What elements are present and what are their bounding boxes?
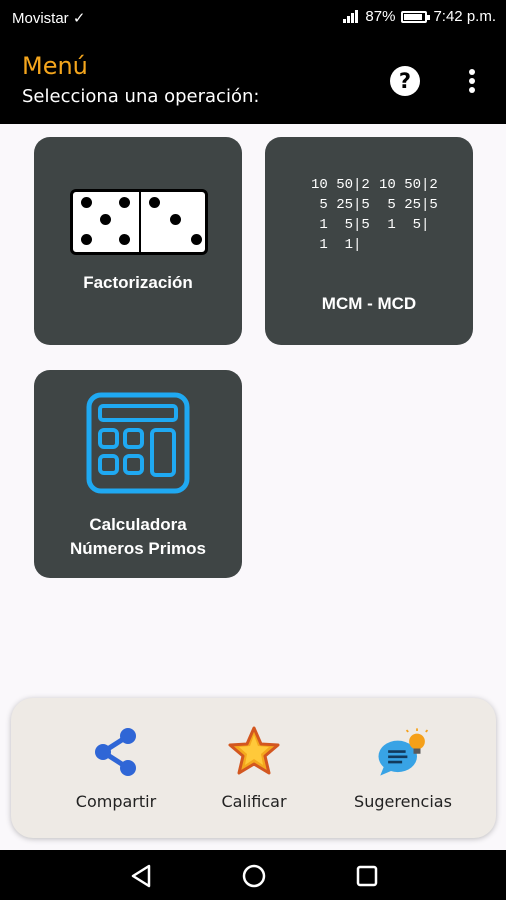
tile-factorizacion[interactable]: Factorización <box>34 137 242 345</box>
battery-percent: 87% <box>365 8 396 25</box>
status-bar: Movistar ✓ 87% 7:42 p.m. <box>0 0 506 36</box>
recents-square-icon <box>356 865 378 887</box>
tile-calculadora-primos[interactable]: Calculadora Números Primos <box>34 370 242 578</box>
home-button[interactable] <box>240 862 268 890</box>
rate-button[interactable]: Calificar <box>189 698 319 838</box>
clock: 7:42 p.m. <box>433 8 496 25</box>
carrier-label: Movistar ✓ <box>12 10 86 27</box>
back-triangle-icon <box>131 864 151 888</box>
suggestions-button[interactable]: Sugerencias <box>333 698 473 838</box>
recents-button[interactable] <box>353 862 381 890</box>
tile-label: Calculadora Números Primos <box>69 515 207 558</box>
help-button[interactable]: ? <box>390 66 420 96</box>
tile-label: Factorización <box>83 273 193 292</box>
system-nav-bar <box>0 850 506 900</box>
domino-icon <box>70 189 208 255</box>
bottom-actions-panel: Compartir Calificar Sugerencias <box>11 698 496 838</box>
calculator-icon <box>86 392 190 494</box>
app-bar: Menú Selecciona una operación: ? <box>0 36 506 124</box>
share-label: Compartir <box>75 792 157 811</box>
page-subtitle: Selecciona una operación: <box>22 86 260 107</box>
star-icon <box>228 726 280 775</box>
division-right: 10 50|2 5 25|5 1 5| <box>379 177 438 233</box>
share-icon <box>95 728 136 776</box>
question-icon: ? <box>398 69 412 93</box>
battery-icon <box>401 10 431 23</box>
share-button[interactable]: Compartir <box>51 698 181 838</box>
suggestions-label: Sugerencias <box>354 792 452 811</box>
tile-label: MCM - MCD <box>321 294 417 313</box>
tile-mcm-mcd[interactable]: 10 50|2 5 25|5 1 5|5 1 1| 10 50|2 5 25|5… <box>265 137 473 345</box>
home-circle-icon <box>242 864 266 888</box>
division-left: 10 50|2 5 25|5 1 5|5 1 1| <box>311 177 370 253</box>
back-button[interactable] <box>127 862 155 890</box>
more-vert-icon <box>469 69 475 75</box>
chat-lightbulb-icon <box>378 728 429 776</box>
page-title: Menú <box>22 52 88 80</box>
status-right: 87% 7:42 p.m. <box>343 8 496 25</box>
rate-label: Calificar <box>221 792 287 811</box>
signal-icon <box>343 10 359 23</box>
more-options-button[interactable] <box>462 66 482 96</box>
